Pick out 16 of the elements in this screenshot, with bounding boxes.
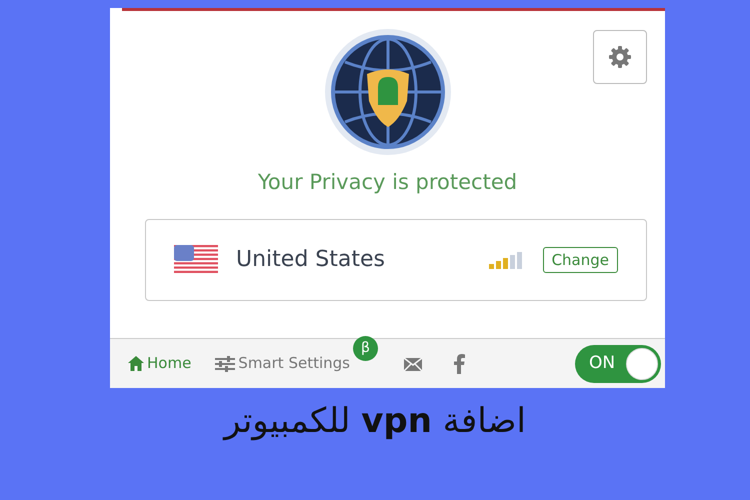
- change-button[interactable]: Change: [542, 246, 618, 272]
- nav-link[interactable]: Home: [128, 352, 192, 375]
- mail-icon[interactable]: [404, 358, 422, 371]
- settings-button[interactable]: [593, 30, 647, 84]
- home-icon: [128, 356, 144, 371]
- privacy-status: Your Privacy is protected: [256, 169, 518, 196]
- facebook-icon[interactable]: [454, 354, 465, 374]
- globe-shield-icon: [324, 29, 450, 155]
- flag-icon: [174, 244, 218, 274]
- nav-link[interactable]: Smart Settings: [215, 352, 350, 375]
- beta-badge: β: [352, 336, 378, 362]
- country-name: United States: [236, 246, 386, 274]
- on-off-toggle[interactable]: ON: [575, 344, 661, 382]
- signal-strength-icon: [488, 250, 523, 268]
- settings-icon: [608, 45, 632, 69]
- sliders-icon: [215, 356, 236, 372]
